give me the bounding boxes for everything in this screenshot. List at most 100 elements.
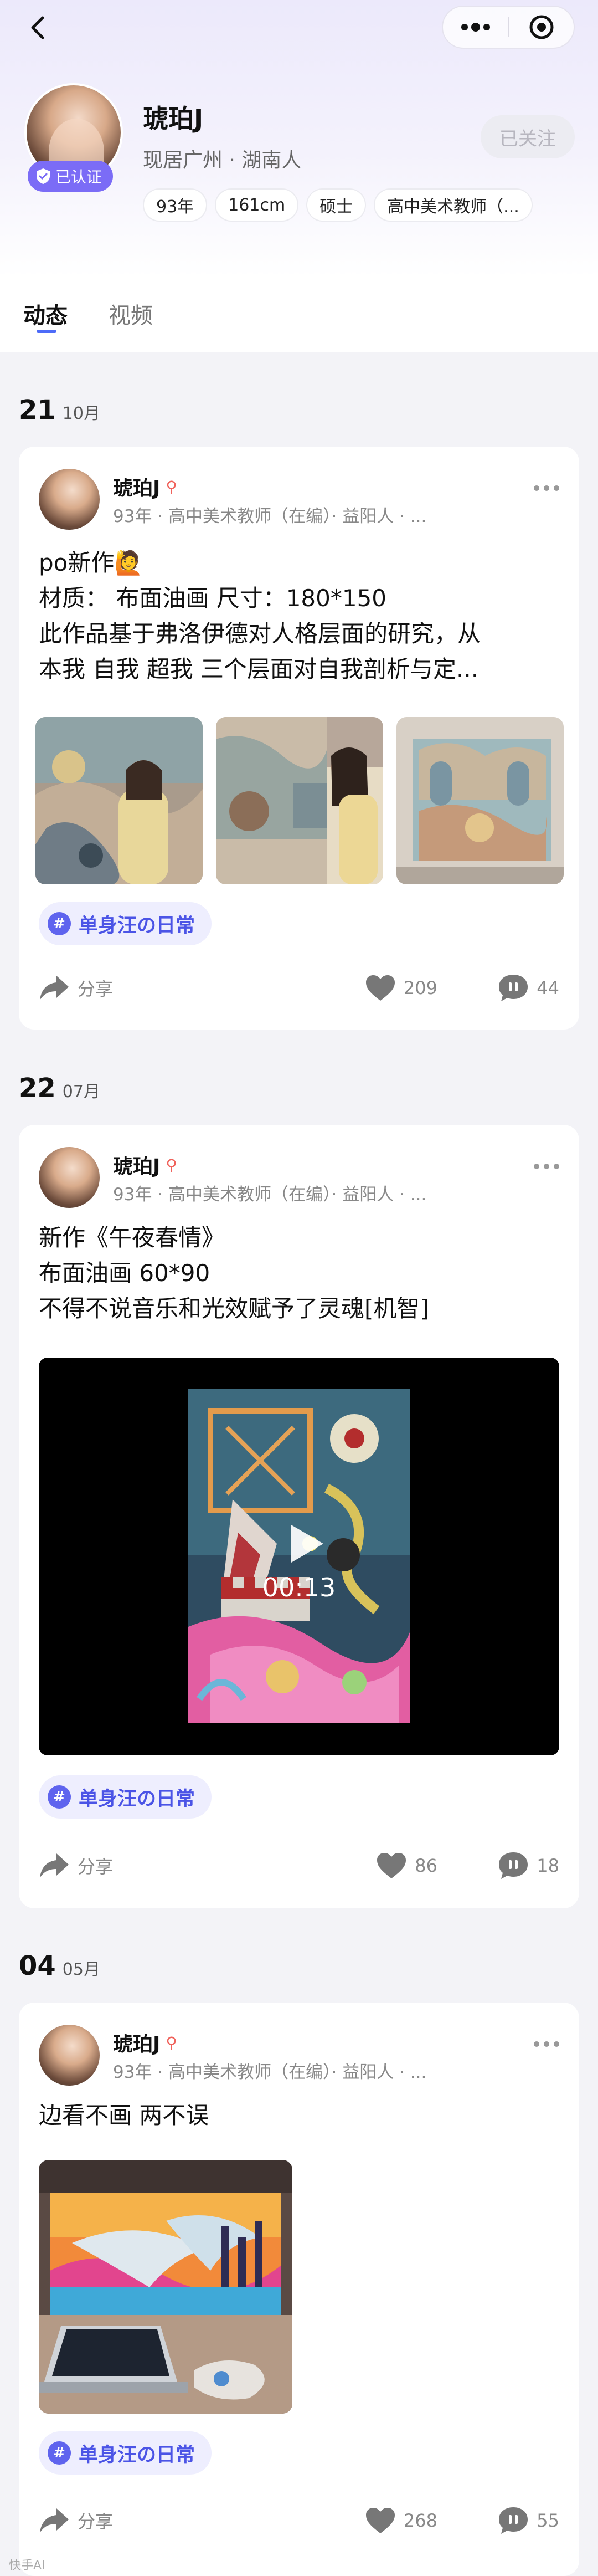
post-avatar[interactable] bbox=[39, 469, 100, 530]
post-meta: 93年 · 高中美术教师（在编）· 益阳人 · ... bbox=[113, 1185, 427, 1205]
verified-label: 已认证 bbox=[55, 168, 102, 186]
post-text-line: 边看不画 两不误 bbox=[39, 2102, 209, 2129]
post-text-line: 新作《午夜春情》 bbox=[39, 1224, 225, 1251]
topic-label: 单身汪の日常 bbox=[79, 1788, 195, 1810]
post-author-name: 琥珀J bbox=[113, 477, 161, 500]
comment-button[interactable]: 44 bbox=[498, 969, 559, 1007]
comment-icon bbox=[499, 1852, 528, 1879]
post-actions: 分享 209 44 bbox=[39, 969, 559, 1007]
comment-button[interactable]: 55 bbox=[498, 2501, 559, 2540]
location-pin-icon: ⚲ bbox=[166, 2033, 177, 2052]
tag-occupation: 高中美术教师（... bbox=[374, 188, 533, 222]
more-dot bbox=[554, 1164, 559, 1169]
follow-button[interactable]: 已关注 bbox=[481, 115, 575, 158]
date-month: 10月 bbox=[62, 404, 100, 423]
hash-icon: # bbox=[48, 2441, 71, 2465]
more-dot bbox=[544, 2041, 549, 2047]
date-header: 04 05月 bbox=[19, 1950, 100, 1981]
mini-program-capsule bbox=[442, 6, 575, 49]
post-author: 琥珀J ⚲ bbox=[113, 1150, 177, 1179]
tab-videos[interactable]: 视频 bbox=[109, 298, 153, 330]
profile-header: 已认证 琥珀J 现居广州 · 湖南人 已关注 93年 161cm 硕士 高中美术… bbox=[0, 72, 598, 238]
post-more-button[interactable] bbox=[534, 1164, 559, 1169]
more-dot bbox=[544, 1164, 549, 1169]
date-day: 21 bbox=[19, 395, 56, 426]
post-card[interactable]: 琥珀J ⚲ 93年 · 高中美术教师（在编）· 益阳人 · ... 新作《午夜春… bbox=[19, 1125, 579, 1908]
more-menu-button[interactable] bbox=[443, 7, 508, 48]
post-text-line: 此作品基于弗洛伊德对人格层面的研究，从 bbox=[39, 620, 481, 647]
like-button[interactable]: 268 bbox=[365, 2501, 437, 2540]
post-image-1[interactable] bbox=[39, 2160, 292, 2414]
close-program-button[interactable] bbox=[509, 7, 574, 48]
date-month: 05月 bbox=[62, 1960, 100, 1979]
heart-icon bbox=[365, 975, 395, 1001]
like-button[interactable]: 86 bbox=[376, 1846, 437, 1885]
like-count: 86 bbox=[415, 1855, 437, 1876]
date-day: 22 bbox=[19, 1073, 56, 1104]
location-pin-icon: ⚲ bbox=[166, 1155, 177, 1174]
post-image-1[interactable] bbox=[35, 717, 203, 884]
painting-photo-1 bbox=[35, 717, 203, 884]
topic-chip[interactable]: # 单身汪の日常 bbox=[39, 902, 212, 945]
like-button[interactable]: 209 bbox=[365, 969, 437, 1007]
painting-with-laptop-photo bbox=[39, 2160, 292, 2414]
post-avatar[interactable] bbox=[39, 2025, 100, 2086]
post-more-button[interactable] bbox=[534, 485, 559, 491]
share-label: 分享 bbox=[78, 2511, 114, 2532]
comment-button[interactable]: 18 bbox=[498, 1846, 559, 1885]
heart-icon bbox=[365, 2508, 395, 2533]
verified-shield-icon bbox=[37, 168, 50, 184]
share-button[interactable]: 分享 bbox=[39, 1846, 113, 1885]
post-image-2[interactable] bbox=[216, 717, 383, 884]
share-button[interactable]: 分享 bbox=[39, 2501, 113, 2540]
painting-photo-2 bbox=[216, 717, 383, 884]
watermark: 快手AI bbox=[9, 2559, 45, 2573]
share-arrow-icon bbox=[40, 1853, 69, 1878]
back-arrow-icon bbox=[31, 16, 44, 39]
post-image-3[interactable] bbox=[396, 717, 564, 884]
play-icon[interactable] bbox=[281, 1520, 328, 1567]
post-text[interactable]: po新作🙋 材质： 布面油画 尺寸：180*150 此作品基于弗洛伊德对人格层面… bbox=[39, 545, 559, 687]
post-meta: 93年 · 高中美术教师（在编）· 益阳人 · ... bbox=[113, 2062, 427, 2082]
more-dot bbox=[554, 2041, 559, 2047]
more-dot bbox=[534, 2041, 539, 2047]
comment-count: 55 bbox=[537, 2510, 559, 2531]
profile-location: 现居广州 · 湖南人 bbox=[143, 149, 302, 172]
post-text[interactable]: 新作《午夜春情》 布面油画 60*90 不得不说音乐和光效赋予了灵魂[机智] bbox=[39, 1220, 559, 1327]
post-actions: 分享 268 55 bbox=[39, 2501, 559, 2540]
post-meta: 93年 · 高中美术教师（在编）· 益阳人 · ... bbox=[113, 506, 427, 526]
verified-badge: 已认证 bbox=[28, 161, 114, 192]
tab-dynamics[interactable]: 动态 bbox=[23, 298, 68, 330]
more-dots-icon bbox=[461, 23, 490, 32]
date-day: 04 bbox=[19, 1950, 56, 1981]
post-more-button[interactable] bbox=[534, 2041, 559, 2047]
profile-tags: 93年 161cm 硕士 高中美术教师（... bbox=[143, 188, 533, 222]
content-tabs: 动态 视频 bbox=[0, 274, 598, 352]
post-text[interactable]: 边看不画 两不误 bbox=[39, 2098, 559, 2133]
tag-education: 硕士 bbox=[306, 188, 367, 222]
share-label: 分享 bbox=[78, 1856, 114, 1877]
post-video[interactable]: 00:13 bbox=[39, 1358, 559, 1755]
painting-photo-3 bbox=[396, 717, 564, 884]
video-duration: 00:13 bbox=[262, 1573, 336, 1602]
post-card[interactable]: 琥珀J ⚲ 93年 · 高中美术教师（在编）· 益阳人 · ... po新作🙋 … bbox=[19, 447, 579, 1030]
topic-chip[interactable]: # 单身汪の日常 bbox=[39, 2431, 212, 2475]
post-card[interactable]: 琥珀J ⚲ 93年 · 高中美术教师（在编）· 益阳人 · ... 边看不画 两… bbox=[19, 2003, 579, 2576]
topic-chip[interactable]: # 单身汪の日常 bbox=[39, 1775, 212, 1819]
profile-name: 琥珀J bbox=[143, 104, 204, 134]
post-text-line: 材质： 布面油画 尺寸：180*150 bbox=[39, 585, 387, 612]
comment-icon bbox=[499, 2507, 528, 2534]
like-count: 268 bbox=[403, 2510, 437, 2531]
post-text-line: 不得不说音乐和光效赋予了灵魂[机智] bbox=[39, 1295, 429, 1322]
back-button[interactable] bbox=[22, 12, 53, 43]
comment-count: 18 bbox=[537, 1855, 559, 1876]
post-author: 琥珀J ⚲ bbox=[113, 472, 177, 501]
post-author-name: 琥珀J bbox=[113, 2033, 161, 2056]
active-tab-indicator bbox=[37, 330, 56, 333]
share-button[interactable]: 分享 bbox=[39, 969, 113, 1007]
location-pin-icon: ⚲ bbox=[166, 477, 177, 496]
post-avatar[interactable] bbox=[39, 1147, 100, 1208]
share-arrow-icon bbox=[40, 976, 69, 1000]
date-month: 07月 bbox=[62, 1082, 100, 1102]
topic-label: 单身汪の日常 bbox=[79, 2444, 195, 2466]
